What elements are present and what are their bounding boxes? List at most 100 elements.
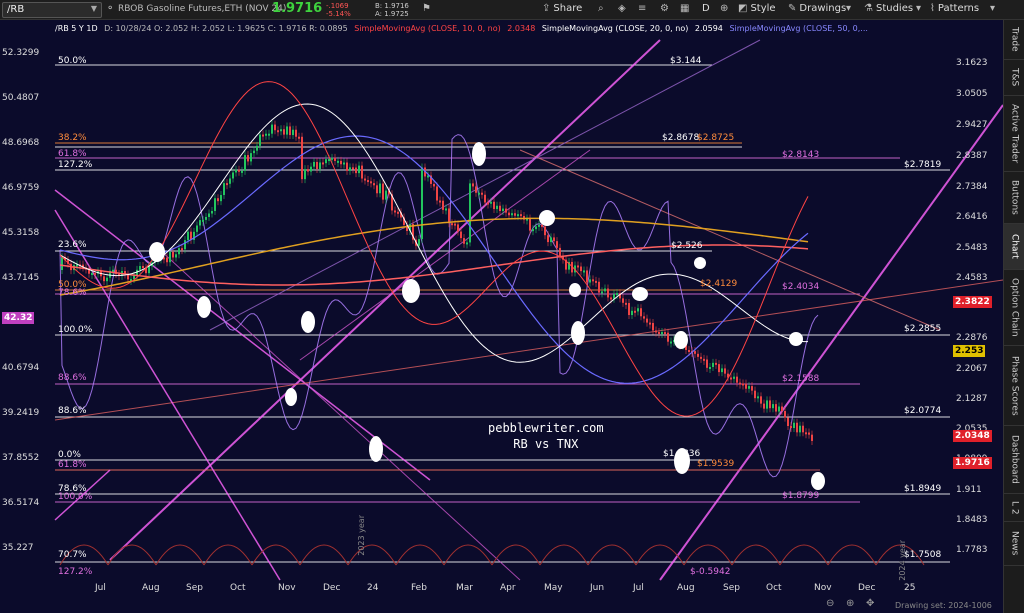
candle-body <box>535 226 537 229</box>
candle-body <box>778 406 780 411</box>
marker-ellipse <box>369 436 383 462</box>
patterns-button[interactable]: ⌇ Patterns <box>930 3 979 14</box>
price-annotation: $1.8799 <box>782 491 819 501</box>
tab-level-2[interactable]: L 2 <box>1004 494 1024 522</box>
chevron-down-icon[interactable]: ▾ <box>916 3 921 14</box>
left-axis-tick: 36.5174 <box>2 498 39 508</box>
legend-symbol: /RB 5 Y 1D <box>55 24 98 33</box>
candle-body <box>781 406 783 411</box>
candle-body <box>517 214 519 216</box>
tab-label: L 2 <box>1010 501 1020 515</box>
candle-body <box>544 227 546 236</box>
alert-icon[interactable]: ⚑ <box>422 3 431 14</box>
right-axis-tick: 2.4583 <box>956 273 988 283</box>
candle-body <box>238 170 240 172</box>
candle-body <box>604 289 606 292</box>
tab-label: Option Chain <box>1010 278 1020 337</box>
drawings-button[interactable]: ✎ Drawings <box>788 3 846 14</box>
candle-body <box>748 386 750 389</box>
year-label: 2024 year <box>898 540 907 581</box>
period-button[interactable]: D <box>702 3 710 14</box>
symbol-text: /RB <box>7 4 24 15</box>
x-axis-tick: Apr <box>500 583 516 593</box>
ask-price: A: 1.9725 <box>375 10 409 18</box>
candle-body <box>283 129 285 134</box>
symbol-selector[interactable]: /RB ▼ <box>2 2 102 18</box>
candle-body <box>169 252 171 262</box>
candle-body <box>436 186 438 200</box>
share-button[interactable]: ⇪ Share <box>542 3 582 14</box>
candle-body <box>769 400 771 408</box>
candle-body <box>382 184 384 200</box>
price-chart[interactable] <box>0 20 1003 613</box>
candle-body <box>325 159 327 163</box>
patterns-icon: ⌇ <box>930 3 935 14</box>
link-icon[interactable]: ⚬ <box>106 3 114 14</box>
tab-buttons[interactable]: Buttons <box>1004 172 1024 224</box>
candle-body <box>811 435 813 441</box>
tab-trade[interactable]: Trade <box>1004 20 1024 60</box>
candle-body <box>484 195 486 203</box>
zoom-out-icon[interactable]: ⊖ <box>826 598 834 609</box>
candle-body <box>349 167 351 170</box>
tab-news[interactable]: News <box>1004 522 1024 566</box>
grid-icon[interactable]: ▦ <box>680 3 689 14</box>
marker-ellipse <box>694 257 706 269</box>
tab-dashboard[interactable]: Dashboard <box>1004 426 1024 494</box>
candle-body <box>490 202 492 204</box>
tab-label: News <box>1010 531 1020 555</box>
candle-body <box>724 368 726 373</box>
zoom-in-icon[interactable]: ⊕ <box>846 598 854 609</box>
chevron-down-icon[interactable]: ▾ <box>846 3 851 14</box>
candle-body <box>322 162 324 164</box>
zoom-icon[interactable]: ⊕ <box>720 3 728 14</box>
candle-body <box>103 276 105 281</box>
search-icon[interactable]: ⌕ <box>598 3 604 14</box>
price-annotation: $1.9539 <box>697 459 734 469</box>
style-icon: ◩ <box>738 3 747 14</box>
candle-body <box>361 166 363 179</box>
candle-body <box>127 274 129 279</box>
settings-icon[interactable]: ⚙ <box>660 3 669 14</box>
chart-canvas[interactable] <box>0 20 1003 613</box>
tab-phase-scores[interactable]: Phase Scores <box>1004 346 1024 426</box>
crosshair-icon[interactable]: ✥ <box>866 598 874 609</box>
change-abs: -.1069 <box>326 2 349 10</box>
flask-icon: ⚗ <box>864 3 873 14</box>
style-button[interactable]: ◩ Style <box>738 3 776 14</box>
studies-button[interactable]: ⚗ Studies <box>864 3 913 14</box>
drawings-label: Drawings <box>799 3 846 14</box>
candle-body <box>628 303 630 315</box>
candle-body <box>763 404 765 409</box>
candle-body <box>610 297 612 299</box>
candle-body <box>268 134 270 136</box>
tab-option-chain[interactable]: Option Chain <box>1004 270 1024 346</box>
fib-label: 50.0% <box>58 56 87 66</box>
x-axis-tick: Oct <box>766 583 782 593</box>
chevron-down-icon[interactable]: ▾ <box>990 3 995 14</box>
tab-label: Trade <box>1010 27 1020 52</box>
candle-body <box>469 183 471 242</box>
marker-ellipse <box>569 283 581 297</box>
studies-label: Studies <box>876 3 913 14</box>
tab-chart[interactable]: Chart <box>1004 224 1024 270</box>
candle-body <box>808 433 810 435</box>
candle-body <box>598 282 600 293</box>
candle-body <box>439 201 441 203</box>
candle-body <box>733 377 735 379</box>
candle-body <box>784 411 786 418</box>
tab-time-and-sales[interactable]: T&S <box>1004 60 1024 96</box>
candle-body <box>700 357 702 359</box>
candle-body <box>334 158 336 161</box>
tag-icon[interactable]: ◈ <box>618 3 626 14</box>
tab-active-trader[interactable]: Active Trader <box>1004 96 1024 172</box>
price-annotation: $2.8143 <box>782 150 819 160</box>
candle-body <box>697 354 699 357</box>
legend-sma10-value: 2.0348 <box>507 24 535 33</box>
legend-sma50: SimpleMovingAvg (CLOSE, 50, 0,... <box>729 24 868 33</box>
menu-icon[interactable]: ≡ <box>638 3 646 14</box>
x-axis-tick: Mar <box>456 583 473 593</box>
candle-body <box>601 291 603 293</box>
watermark-site: pebblewriter.com <box>488 420 604 436</box>
candle-body <box>331 158 333 160</box>
